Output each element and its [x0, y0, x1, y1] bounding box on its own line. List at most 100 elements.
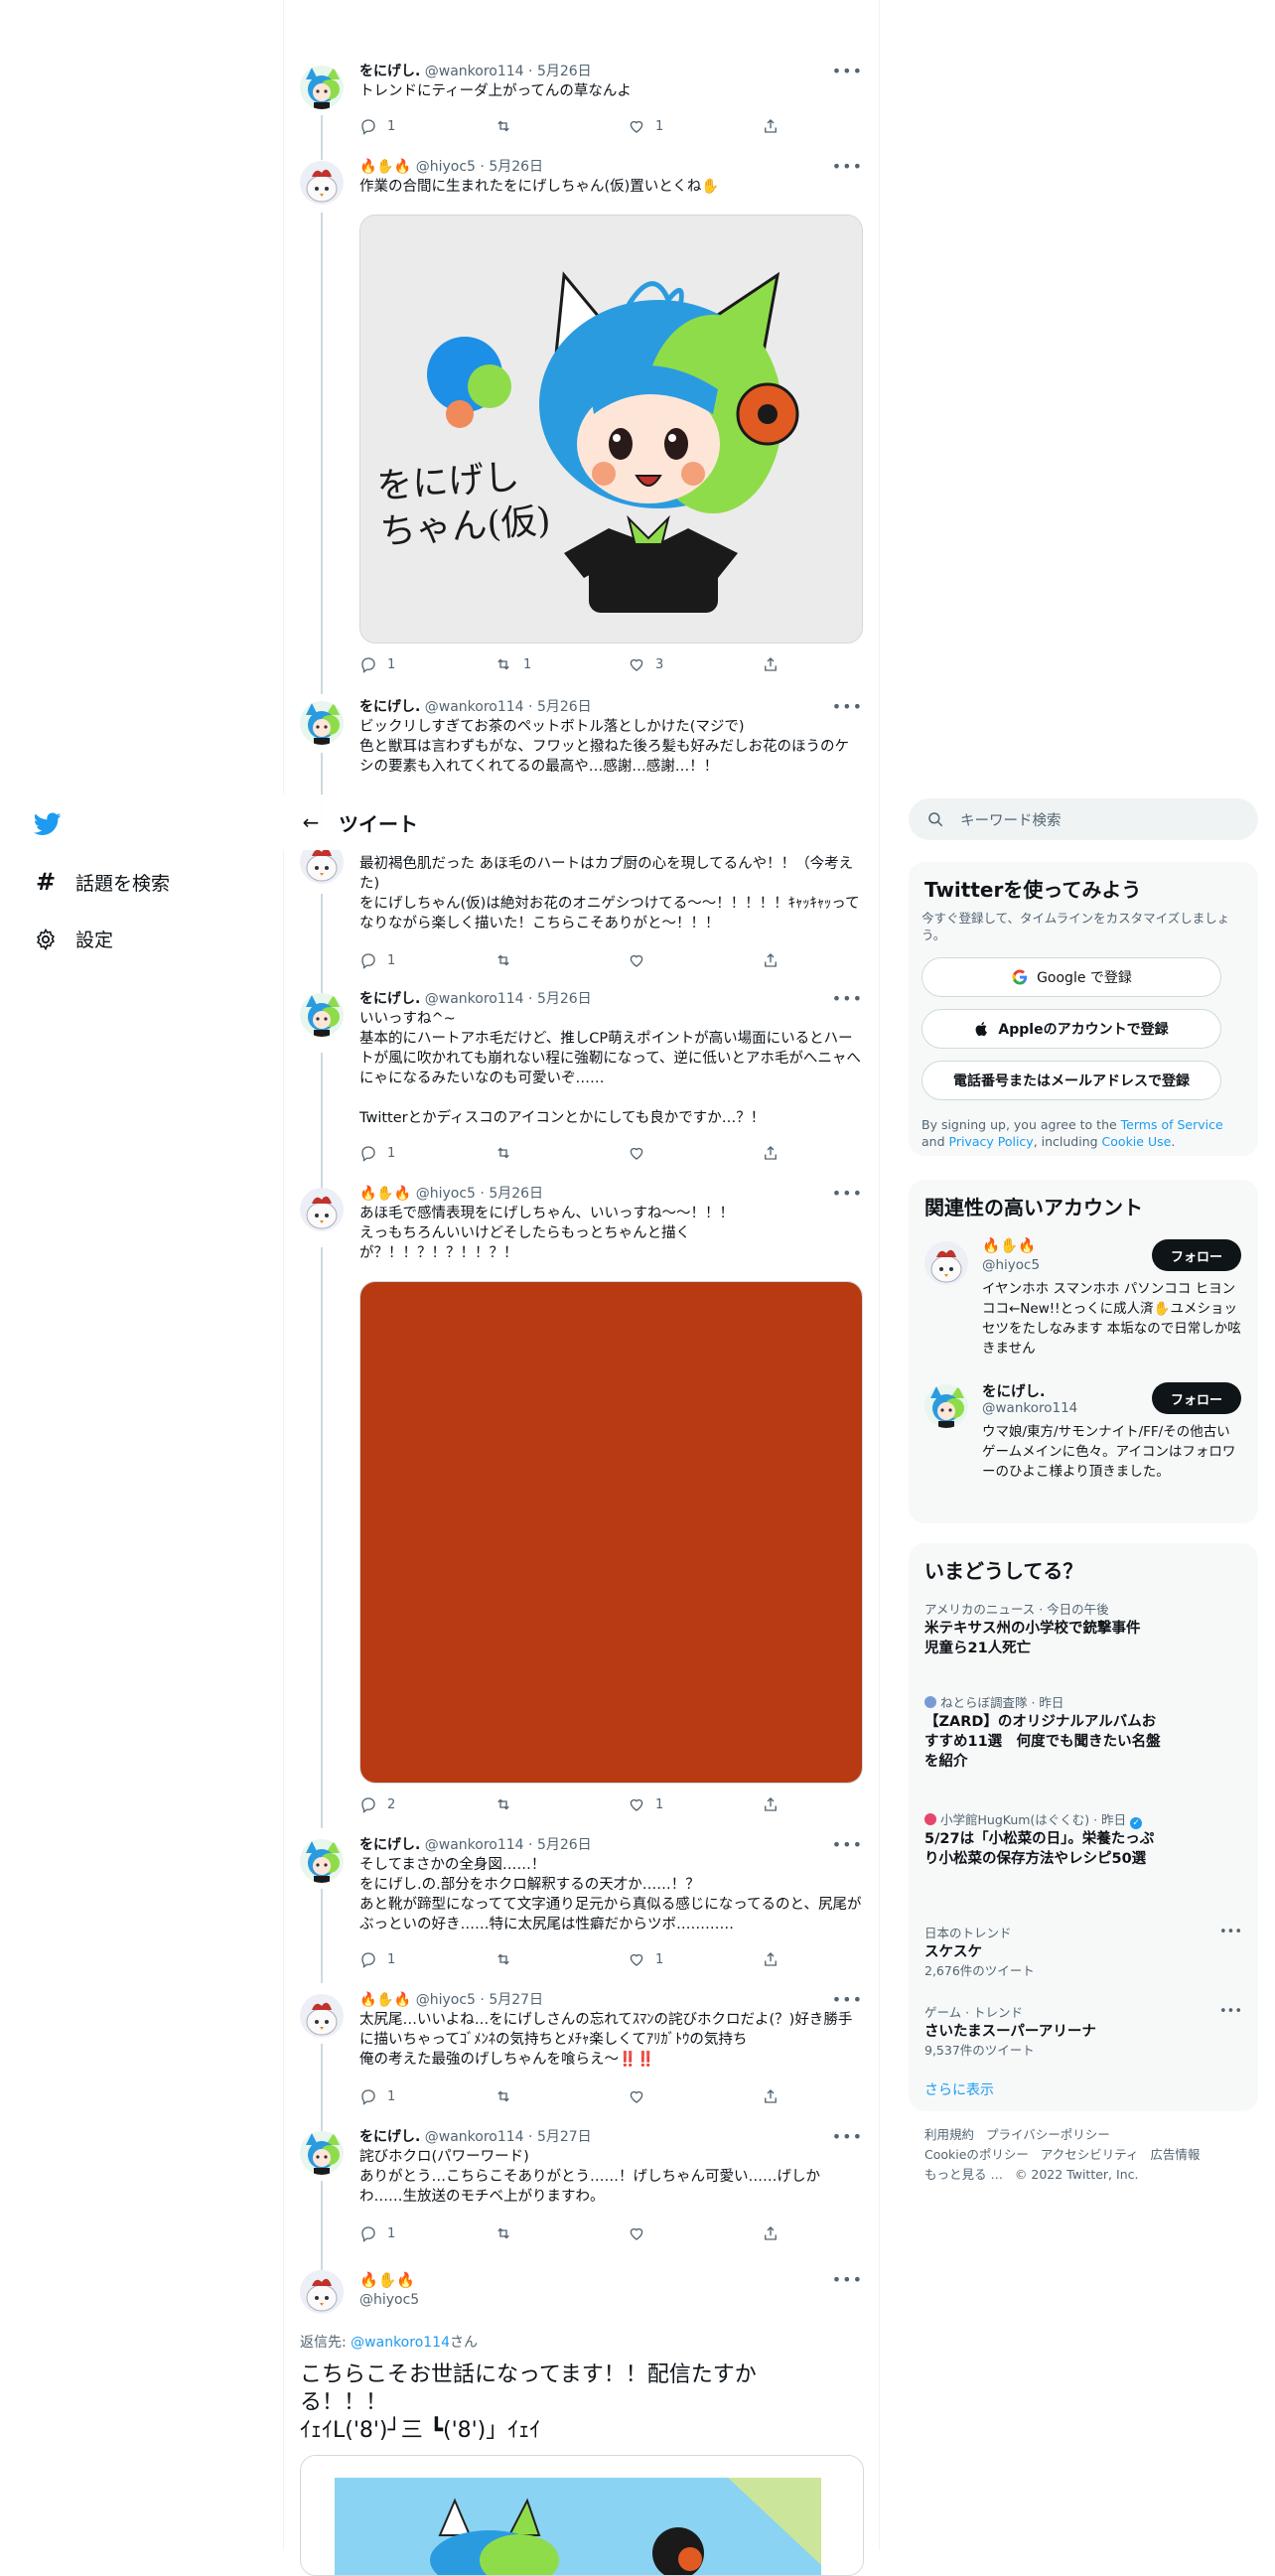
- footer-link-privacy[interactable]: プライバシーポリシー: [986, 2127, 1110, 2142]
- avatar[interactable]: [300, 993, 344, 1037]
- tweet-handle-date[interactable]: @hiyoc5 · 5月26日: [416, 159, 543, 175]
- retweet-button[interactable]: [494, 2087, 523, 2105]
- twitter-logo-icon[interactable]: [33, 812, 62, 840]
- avatar[interactable]: [300, 701, 344, 745]
- follow-button[interactable]: フォロー: [1152, 1382, 1241, 1414]
- main-tweet-author-name[interactable]: 🔥✋🔥: [359, 2270, 419, 2290]
- share-button[interactable]: [762, 951, 779, 969]
- reply-to-link[interactable]: @wankoro114: [351, 2335, 450, 2351]
- like-button[interactable]: [628, 1144, 655, 1162]
- tweet[interactable]: をにげし. @wankoro114 · 5月26日 ••• そしてまさかの全身図…: [284, 1835, 879, 1974]
- tweet[interactable]: をにげし. @wankoro114 · 5月27日 ••• 詫びホクロ(パワーワ…: [284, 2127, 879, 2250]
- phone-email-signup-button[interactable]: 電話番号またはメールアドレスで登録: [921, 1061, 1221, 1100]
- more-options-icon[interactable]: •••: [832, 1835, 863, 1854]
- reply-button[interactable]: 1: [359, 1950, 395, 1968]
- account-row[interactable]: をにげし. @wankoro114 フォロー ウマ娘/東方/サモンナイト/FF/…: [909, 1378, 1258, 1517]
- share-button[interactable]: [762, 655, 779, 673]
- reply-button[interactable]: 1: [359, 1144, 395, 1162]
- avatar[interactable]: [300, 1188, 344, 1231]
- like-button[interactable]: 1: [628, 1795, 663, 1813]
- reply-button[interactable]: 2: [359, 1795, 395, 1813]
- tweet-author-name[interactable]: 🔥✋🔥: [359, 1992, 411, 2008]
- nav-settings[interactable]: 設定: [34, 926, 113, 952]
- avatar[interactable]: [300, 2131, 344, 2175]
- show-more-link[interactable]: さらに表示: [924, 2079, 994, 2099]
- trend-item[interactable]: 日本のトレンド スケスケ 2,676件のツイート •••: [924, 1925, 1242, 1980]
- trend-item[interactable]: ゲーム · トレンド さいたまスーパーアリーナ 9,537件のツイート •••: [924, 2004, 1242, 2060]
- share-button[interactable]: [762, 2087, 779, 2105]
- tweet[interactable]: をにげし. @wankoro114 · 5月26日 ••• いいっすね^~ 基本…: [284, 989, 879, 1168]
- like-button[interactable]: [628, 2224, 655, 2242]
- reply-button[interactable]: 1: [359, 655, 395, 673]
- more-options-icon[interactable]: •••: [832, 2127, 863, 2146]
- tweet-handle-date[interactable]: @wankoro114 · 5月26日: [425, 991, 592, 1007]
- avatar[interactable]: [924, 1384, 968, 1428]
- tweet[interactable]: 🔥✋🔥 @hiyoc5 · 5月27日 ••• 太尻尾…いいよね…をにげしさんの…: [284, 1990, 879, 2113]
- tweet-author-name[interactable]: をにげし.: [359, 2129, 420, 2145]
- more-options-icon[interactable]: •••: [1219, 2004, 1242, 2019]
- avatar[interactable]: [300, 66, 344, 109]
- retweet-button[interactable]: [494, 1144, 523, 1162]
- arrow-left-icon[interactable]: ←: [283, 810, 339, 834]
- tweet-handle-date[interactable]: @wankoro114 · 5月26日: [425, 699, 592, 715]
- tweet-author-name[interactable]: 🔥✋🔥: [359, 1186, 411, 1202]
- retweet-button[interactable]: 1: [494, 655, 531, 673]
- main-tweet-handle[interactable]: @hiyoc5: [359, 2290, 419, 2310]
- trend-item[interactable]: 小学館HugKum(はぐくむ) · 昨日 ✓ 5/27は「小松菜の日」。栄養たっ…: [924, 1811, 1242, 1869]
- avatar[interactable]: [300, 1839, 344, 1883]
- footer-link-ads[interactable]: 広告情報: [1150, 2147, 1200, 2162]
- retweet-button[interactable]: [494, 951, 523, 969]
- main-tweet-media[interactable]: [300, 2455, 864, 2576]
- more-options-icon[interactable]: •••: [832, 1990, 863, 2009]
- retweet-button[interactable]: [494, 1950, 523, 1968]
- tweet-handle-date[interactable]: @wankoro114 · 5月26日: [425, 1837, 592, 1853]
- like-button[interactable]: 1: [628, 117, 663, 135]
- more-options-icon[interactable]: •••: [1219, 1925, 1242, 1939]
- footer-link-more[interactable]: もっと見る …: [924, 2167, 1003, 2182]
- google-signup-button[interactable]: Google で登録: [921, 957, 1221, 997]
- share-button[interactable]: [762, 1950, 779, 1968]
- tweet-author-name[interactable]: をにげし.: [359, 699, 420, 715]
- footer-link-terms[interactable]: 利用規約: [924, 2127, 974, 2142]
- tweet-handle-date[interactable]: @hiyoc5 · 5月27日: [416, 1992, 543, 2008]
- retweet-button[interactable]: [494, 2224, 523, 2242]
- retweet-button[interactable]: [494, 117, 523, 135]
- more-options-icon[interactable]: •••: [832, 2270, 863, 2289]
- like-button[interactable]: 3: [628, 655, 663, 673]
- apple-signup-button[interactable]: Appleのアカウントで登録: [921, 1009, 1221, 1049]
- avatar[interactable]: [300, 161, 344, 205]
- like-button[interactable]: 1: [628, 1950, 663, 1968]
- avatar[interactable]: [924, 1241, 968, 1285]
- reply-button[interactable]: 1: [359, 2224, 395, 2242]
- cookie-use-link[interactable]: Cookie Use: [1102, 1134, 1172, 1149]
- privacy-policy-link[interactable]: Privacy Policy: [949, 1134, 1034, 1149]
- tweet-handle-date[interactable]: @wankoro114 · 5月26日: [425, 64, 592, 79]
- like-button[interactable]: [628, 2087, 655, 2105]
- account-row[interactable]: 🔥✋🔥 @hiyoc5 フォロー イヤンホホ スマンホホ パソンココ ヒヨンココ…: [909, 1235, 1258, 1374]
- more-options-icon[interactable]: •••: [832, 697, 863, 716]
- tweet-handle-date[interactable]: @hiyoc5 · 5月26日: [416, 1186, 543, 1202]
- reply-button[interactable]: 1: [359, 951, 395, 969]
- more-options-icon[interactable]: •••: [832, 1184, 863, 1203]
- tweet-author-name[interactable]: をにげし.: [359, 1837, 420, 1853]
- footer-link-cookies[interactable]: Cookieのポリシー: [924, 2147, 1029, 2162]
- share-button[interactable]: [762, 1144, 779, 1162]
- share-button[interactable]: [762, 117, 779, 135]
- more-options-icon[interactable]: •••: [832, 157, 863, 176]
- avatar[interactable]: [300, 2270, 344, 2314]
- share-button[interactable]: [762, 1795, 779, 1813]
- tweet-media-image[interactable]: をにげし ちゃん(仮): [359, 215, 863, 644]
- nav-explore[interactable]: # 話題を検索: [34, 868, 170, 896]
- avatar[interactable]: [300, 1994, 344, 2038]
- terms-of-service-link[interactable]: Terms of Service: [1121, 1117, 1223, 1132]
- tweet-handle-date[interactable]: @wankoro114 · 5月27日: [425, 2129, 592, 2145]
- search-box[interactable]: キーワード検索: [909, 798, 1258, 840]
- trend-item[interactable]: アメリカのニュース · 今日の午後 米テキサス州の小学校で銃撃事件 児童ら21人…: [924, 1601, 1242, 1658]
- tweet-author-name[interactable]: をにげし.: [359, 991, 420, 1007]
- share-button[interactable]: [762, 2224, 779, 2242]
- reply-button[interactable]: 1: [359, 117, 395, 135]
- tweet-author-name[interactable]: をにげし.: [359, 64, 420, 79]
- retweet-button[interactable]: [494, 1795, 523, 1813]
- tweet-media-image[interactable]: [359, 1281, 863, 1784]
- footer-link-accessibility[interactable]: アクセシビリティ: [1041, 2147, 1139, 2162]
